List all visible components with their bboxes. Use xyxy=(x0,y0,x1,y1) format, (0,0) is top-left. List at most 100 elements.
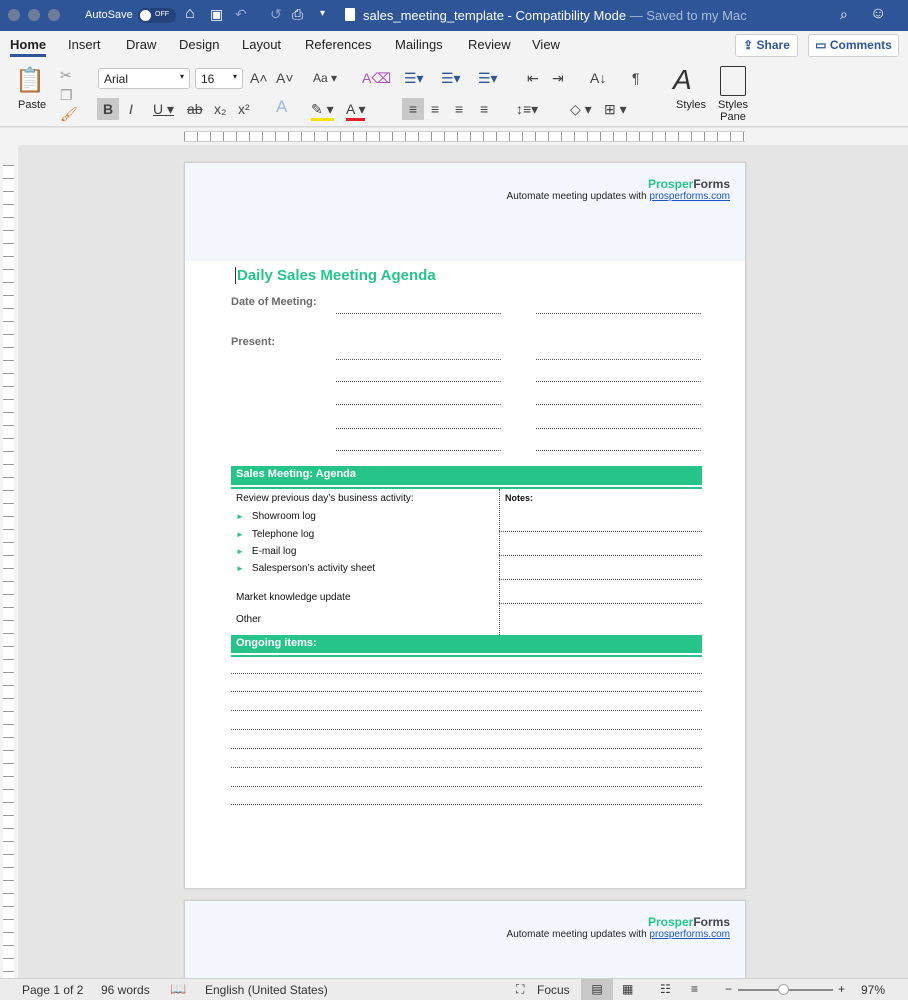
tab-insert[interactable]: Insert xyxy=(68,37,101,52)
present-line xyxy=(336,404,501,405)
shading-icon[interactable]: ◇ ▾ xyxy=(570,100,592,118)
tab-layout[interactable]: Layout xyxy=(242,37,281,52)
focus-icon[interactable]: ⛶ xyxy=(516,982,524,997)
proofing-icon[interactable]: 📖 xyxy=(170,981,186,997)
page-count[interactable]: Page 1 of 2 xyxy=(22,983,83,997)
styles-pane-icon[interactable] xyxy=(720,66,746,96)
save-icon[interactable]: ▣ xyxy=(210,5,223,23)
grow-font-icon[interactable]: A˄ xyxy=(250,69,268,87)
prosperforms-link[interactable]: prosperforms.com xyxy=(649,191,730,202)
underline-icon[interactable]: U ▾ xyxy=(153,100,174,118)
change-case-icon[interactable]: Aa ▾ xyxy=(313,69,337,87)
font-name-select[interactable]: Arial ▾ xyxy=(98,68,190,89)
clear-formatting-icon[interactable]: A⌫ xyxy=(362,69,391,87)
tab-mailings[interactable]: Mailings xyxy=(395,37,443,52)
language[interactable]: English (United States) xyxy=(205,983,328,997)
superscript-icon[interactable]: x² xyxy=(238,100,250,118)
zoom-slider-thumb[interactable] xyxy=(778,984,789,995)
align-right-icon[interactable]: ≡ xyxy=(455,100,463,118)
account-icon[interactable]: ☺ xyxy=(870,5,886,23)
present-line xyxy=(336,359,501,360)
outline-icon[interactable]: ☷ xyxy=(660,982,671,996)
minimize-window-button[interactable] xyxy=(28,9,40,21)
cut-icon[interactable]: ✂ xyxy=(60,66,72,84)
font-size-select[interactable]: 16 ▾ xyxy=(195,68,243,89)
line-spacing-icon[interactable]: ↕≡▾ xyxy=(516,100,538,118)
zoom-level[interactable]: 97% xyxy=(861,983,885,997)
zoom-out-button[interactable]: − xyxy=(725,982,732,996)
horizontal-ruler[interactable] xyxy=(0,128,908,145)
strikethrough-icon[interactable]: ab xyxy=(187,100,203,118)
search-icon[interactable]: ⌕ xyxy=(840,5,848,23)
align-left-icon[interactable]: ≡ xyxy=(402,98,424,120)
document-page-1[interactable]: ProsperForms Automate meeting updates wi… xyxy=(184,162,746,889)
draft-icon[interactable]: ≡ xyxy=(691,982,698,996)
tab-view[interactable]: View xyxy=(532,37,560,52)
zoom-in-button[interactable]: + xyxy=(838,982,845,996)
present-line xyxy=(336,381,501,382)
redo-icon[interactable]: ↺ xyxy=(270,5,282,23)
table-divider xyxy=(499,489,500,635)
date-line xyxy=(536,313,701,314)
format-painter-icon[interactable]: 🖌 xyxy=(60,105,78,123)
tab-review[interactable]: Review xyxy=(468,37,511,52)
bold-icon[interactable]: B xyxy=(97,98,119,120)
paste-icon[interactable]: 📋 xyxy=(15,66,45,95)
show-formatting-icon[interactable]: ¶ xyxy=(632,69,640,87)
sort-icon[interactable]: A↓ xyxy=(590,69,606,87)
maximize-window-button[interactable] xyxy=(48,9,60,21)
styles-icon[interactable]: A xyxy=(673,64,692,96)
bullet-item: ► Salesperson’s activity sheet xyxy=(236,563,376,574)
notes-line xyxy=(499,579,702,580)
tab-references[interactable]: References xyxy=(305,37,371,52)
borders-icon[interactable]: ⊞ ▾ xyxy=(604,100,627,118)
focus-button[interactable]: Focus xyxy=(537,983,570,997)
decrease-indent-icon[interactable]: ⇤ xyxy=(527,69,539,87)
vertical-ruler[interactable] xyxy=(0,145,18,985)
numbering-icon[interactable]: ☰▾ xyxy=(441,69,461,87)
print-layout-icon[interactable]: ▤ xyxy=(581,979,613,1000)
other-text: Other xyxy=(236,614,262,625)
share-button[interactable]: ⇪ Share xyxy=(735,34,798,57)
justify-icon[interactable]: ≡ xyxy=(480,100,488,118)
autosave-toggle[interactable]: OFF xyxy=(138,8,176,23)
align-center-icon[interactable]: ≡ xyxy=(431,100,439,118)
copy-icon[interactable]: ❐ xyxy=(60,86,73,104)
tab-design[interactable]: Design xyxy=(179,37,219,52)
text-effects-icon[interactable]: A xyxy=(276,98,287,116)
ongoing-line xyxy=(231,673,702,674)
close-window-button[interactable] xyxy=(8,9,20,21)
paste-label[interactable]: Paste xyxy=(18,99,46,111)
undo-icon[interactable]: ↶ xyxy=(235,5,247,23)
prosperforms-logo: ProsperForms xyxy=(647,915,730,929)
prosperforms-link[interactable]: prosperforms.com xyxy=(649,929,730,940)
present-line xyxy=(536,428,701,429)
italic-icon[interactable]: I xyxy=(129,100,133,118)
autosave-label: AutoSave xyxy=(85,9,133,21)
ongoing-line xyxy=(231,729,702,730)
bullets-icon[interactable]: ☰▾ xyxy=(404,69,424,87)
home-icon[interactable]: ⌂ xyxy=(185,5,195,23)
tab-home[interactable]: Home xyxy=(10,37,47,57)
font-color-icon[interactable]: A ▾ xyxy=(346,100,366,121)
styles-label[interactable]: Styles xyxy=(676,99,706,111)
highlight-icon[interactable]: ✎ ▾ xyxy=(311,100,334,121)
review-text: Review previous day’s business activity: xyxy=(236,493,414,504)
present-line xyxy=(336,428,501,429)
subscript-icon[interactable]: x₂ xyxy=(214,100,226,118)
comments-button[interactable]: ▭ Comments xyxy=(808,34,899,57)
tab-draw[interactable]: Draw xyxy=(126,37,156,52)
shrink-font-icon[interactable]: A˅ xyxy=(276,69,294,87)
zoom-slider[interactable] xyxy=(738,984,833,995)
present-line xyxy=(536,450,701,451)
customize-toolbar-icon[interactable]: ▾ xyxy=(320,5,325,23)
share-label: Share xyxy=(756,38,790,52)
save-status[interactable]: — Saved to my Mac xyxy=(630,8,747,23)
increase-indent-icon[interactable]: ⇥ xyxy=(552,69,564,87)
print-icon[interactable]: ⎙ xyxy=(292,5,303,23)
present-line xyxy=(336,450,501,451)
styles-pane-label[interactable]: Styles Pane xyxy=(716,99,750,123)
web-layout-icon[interactable]: ▦ xyxy=(622,982,633,996)
word-count[interactable]: 96 words xyxy=(101,983,150,997)
multilevel-list-icon[interactable]: ☰▾ xyxy=(478,69,498,87)
